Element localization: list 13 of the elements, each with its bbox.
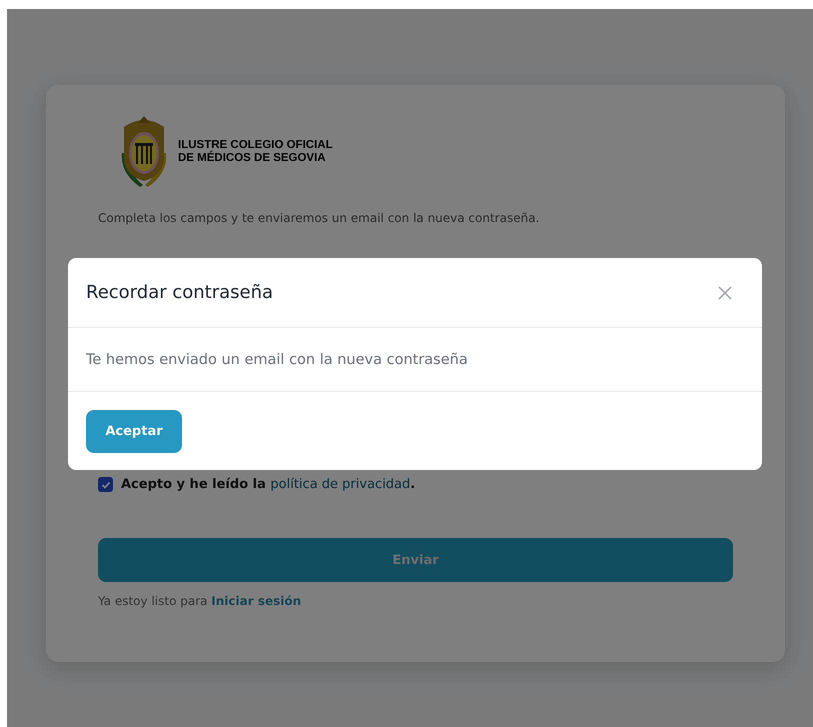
- login-link[interactable]: Iniciar sesión: [211, 594, 302, 608]
- submit-button[interactable]: Enviar: [98, 538, 733, 582]
- privacy-link[interactable]: política de privacidad: [270, 477, 410, 492]
- close-icon[interactable]: [718, 286, 732, 300]
- login-prompt: Ya estoy listo para Iniciar sesión: [98, 594, 302, 608]
- description-text: Completa los campos y te enviaremos un email con la nueva contraseña.: [98, 211, 540, 225]
- modal-title: Recordar contraseña: [86, 282, 274, 303]
- accept-button[interactable]: Aceptar: [86, 410, 182, 452]
- privacy-checkbox[interactable]: [98, 477, 113, 492]
- modal-message: Te hemos enviado un email con la nueva contraseña: [86, 352, 468, 368]
- brand-name: ILUSTRE COLEGIO OFICIAL DE MÉDICOS DE SEGOVIA: [178, 139, 333, 165]
- privacy-label: Acepto y he leído la política de privacidad.: [121, 477, 416, 492]
- check-icon: [100, 480, 110, 490]
